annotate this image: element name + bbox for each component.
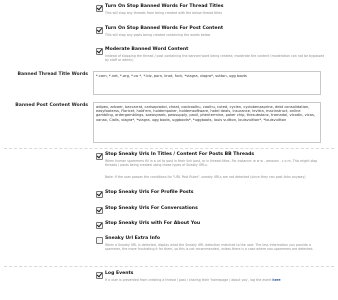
sneaky-profile-label: Stop Sneaky Urls For Profile Posts (105, 190, 194, 195)
divider-2 (4, 266, 334, 267)
stop-titles-desc: This will stop any threads from being cr… (105, 11, 223, 15)
sneaky-titles-desc: When human spammers fill in a url to pos… (105, 159, 318, 168)
sneaky-extra-checkbox[interactable] (96, 237, 103, 244)
sneaky-extra-desc: When a Sneaky URL is detected, display w… (105, 243, 314, 252)
moderate-desc: Instead of stopping the thread / post co… (105, 54, 325, 63)
sneaky-conversations-label: Stop Sneaky Urls For Conversations (105, 206, 198, 211)
stop-titles-label: Turn On Stop Banned Words For Thread Tit… (105, 4, 224, 9)
banned-posts-textarea[interactable]: adipex, advoer, baccarrat, carisoprodol,… (93, 102, 321, 143)
sneaky-titles-label: Stop Sneaky Urls In Titles / Content For… (105, 152, 255, 157)
banned-titles-label: Banned Thread Title Words (17, 72, 88, 77)
log-events-label: Log Events (105, 271, 134, 276)
divider (4, 148, 334, 149)
stop-posts-desc: This will stop any posts being created c… (105, 33, 211, 37)
sneaky-about-label: Stop Sneaky Urls with For About You (105, 221, 201, 226)
sneaky-titles-checkbox[interactable] (96, 153, 103, 160)
options-panel: Turn On Stop Banned Words For Thread Tit… (0, 0, 338, 300)
sneaky-about-checkbox[interactable] (96, 222, 103, 229)
sneaky-profile-checkbox[interactable] (96, 191, 103, 198)
banned-titles-textarea[interactable]: *.com, *.net, *.org, *.co *, *.biz, porn… (93, 71, 321, 95)
stop-posts-label: Turn On Stop Banned Words For Post Conte… (105, 26, 224, 31)
sneaky-conversations-checkbox[interactable] (96, 207, 103, 214)
sneaky-titles-note: Note: If the user passes the conditions … (105, 175, 306, 179)
stop-titles-checkbox[interactable] (96, 5, 103, 12)
log-events-checkbox[interactable] (96, 272, 103, 279)
log-events-desc-text: If a user is prevented from creating a t… (105, 278, 273, 282)
sneaky-extra-label: Sneaky Url Extra Info (105, 236, 161, 241)
banned-posts-label: Banned Post Content Words (15, 103, 88, 108)
moderate-label: Moderate Banned Word Content (105, 47, 189, 52)
log-events-link[interactable]: here (272, 278, 280, 282)
stop-posts-checkbox[interactable] (96, 27, 103, 34)
log-events-desc: If a user is prevented from creating a t… (105, 278, 327, 282)
moderate-checkbox[interactable] (96, 48, 103, 55)
